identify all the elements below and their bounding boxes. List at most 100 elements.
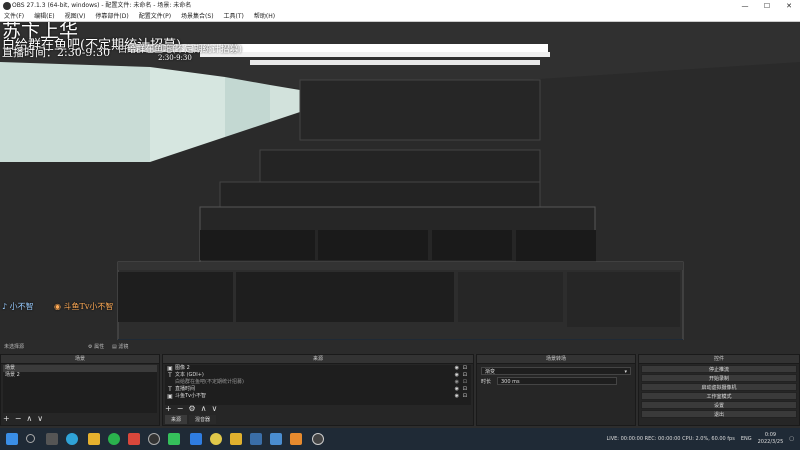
app-icon[interactable] xyxy=(190,433,202,445)
controls-dock-title: 控件 xyxy=(639,355,799,364)
stop-streaming-button[interactable]: 停止推流 xyxy=(641,365,797,373)
chevron-down-icon: ▾ xyxy=(624,369,627,375)
source-item[interactable]: ▣ 图像 2 ◉ ⊡ xyxy=(165,365,471,372)
visibility-eye-icon[interactable]: ◉ xyxy=(455,379,459,386)
maximize-button[interactable]: ☐ xyxy=(756,0,778,12)
scenes-list: 场景 场景 2 xyxy=(3,365,157,413)
menu-edit[interactable]: 编辑(E) xyxy=(34,12,54,21)
clock-time: 0:09 xyxy=(764,432,777,438)
tab-mixer[interactable]: 混音器 xyxy=(189,415,217,424)
remove-source-button[interactable]: − xyxy=(177,404,184,414)
menu-tools[interactable]: 工具(T) xyxy=(224,12,244,21)
properties-button[interactable]: ⚙ 属性 xyxy=(88,340,104,354)
duration-input[interactable]: 300 ms xyxy=(497,377,617,385)
menu-scene-collection[interactable]: 场景集合(S) xyxy=(181,12,214,21)
transition-type-value: 渐变 xyxy=(485,369,496,375)
lock-icon[interactable]: ⊡ xyxy=(463,386,467,393)
move-source-up-button[interactable]: ∧ xyxy=(201,404,207,414)
scene-item[interactable]: 场景 2 xyxy=(3,372,157,379)
scenes-dock-title: 场景 xyxy=(1,355,159,364)
app-icon[interactable] xyxy=(250,433,262,445)
wechat-icon[interactable] xyxy=(108,433,120,445)
visibility-eye-icon[interactable]: ◉ xyxy=(455,393,459,400)
source-item[interactable]: ▣ 斗鱼Tv小不智 ◉ ⊡ xyxy=(165,393,471,400)
menu-profile[interactable]: 配置文件(P) xyxy=(139,12,171,21)
source-name: 文本 (GDI+) xyxy=(175,372,204,378)
steam-icon[interactable] xyxy=(148,433,160,445)
app-icon[interactable] xyxy=(290,433,302,445)
scenes-footer: + − ∧ ∨ xyxy=(3,414,43,424)
app-icon[interactable] xyxy=(210,433,222,445)
source-toolbar: 未选择源 ⚙ 属性 ▤ 滤镜 xyxy=(0,340,800,354)
source-item[interactable]: T 文本 (GDI+) ◉ ⊡ xyxy=(165,372,471,379)
menu-view[interactable]: 视图(V) xyxy=(65,12,86,21)
overlay-time-text: 直播时间：2:30-9:30 xyxy=(2,46,111,59)
source-properties-button[interactable]: ⚙ xyxy=(188,404,195,414)
sources-list: ▣ 图像 2 ◉ ⊡ T 文本 (GDI+) ◉ ⊡ 白给群在鱼吧(不定期统计招… xyxy=(165,365,471,405)
clock-date: 2022/3/25 xyxy=(757,439,784,445)
move-source-down-button[interactable]: ∨ xyxy=(211,404,217,414)
move-scene-down-button[interactable]: ∨ xyxy=(37,414,43,424)
tab-sources[interactable]: 来源 xyxy=(165,415,188,424)
preview-canvas[interactable]: 苏卞上华 白给群在鱼吧(不定期统计招募) 直播时间：2:30-9:30 白给群在… xyxy=(0,22,800,340)
douyu-icon: ◉ xyxy=(54,302,61,311)
taskview-icon[interactable] xyxy=(46,433,58,445)
lock-icon[interactable]: ⊡ xyxy=(463,372,467,379)
start-recording-button[interactable]: 开始录制 xyxy=(641,374,797,382)
edge-icon[interactable] xyxy=(66,433,78,445)
steam-icon[interactable] xyxy=(270,433,282,445)
menu-docks[interactable]: 停靠部件(D) xyxy=(95,12,128,21)
properties-label: 属性 xyxy=(94,344,105,350)
start-virtual-camera-button[interactable]: 启动虚拟摄像机 xyxy=(641,383,797,391)
lock-icon[interactable]: ⊡ xyxy=(463,379,467,386)
exit-button[interactable]: 退出 xyxy=(641,410,797,418)
tiktok-icon: ♪ xyxy=(2,302,8,311)
clock[interactable]: 0:09 2022/3/25 xyxy=(758,432,784,446)
visibility-eye-icon[interactable]: ◉ xyxy=(455,386,459,393)
overlay-tag-left: ♪ 小不智 xyxy=(2,301,34,312)
sources-dock-title: 来源 xyxy=(163,355,473,364)
app-icon[interactable] xyxy=(230,433,242,445)
scene-item[interactable]: 场景 xyxy=(3,365,157,372)
search-icon[interactable] xyxy=(26,434,35,443)
remove-scene-button[interactable]: − xyxy=(15,414,22,424)
filters-button[interactable]: ▤ 滤镜 xyxy=(112,340,128,354)
source-name: 图像 2 xyxy=(175,365,190,371)
move-scene-up-button[interactable]: ∧ xyxy=(26,414,32,424)
menu-file[interactable]: 文件(F) xyxy=(4,12,24,21)
chrome-icon[interactable] xyxy=(88,433,100,445)
obs-window: OBS 27.1.3 (64-bit, windows) - 配置文件: 未命名… xyxy=(0,0,800,450)
source-item[interactable]: 白给群在鱼吧(不定期统计招募) ◉ ⊡ xyxy=(165,379,471,386)
lock-icon[interactable]: ⊡ xyxy=(463,393,467,400)
studio-mode-button[interactable]: 工作室模式 xyxy=(641,392,797,400)
source-name: 白给群在鱼吧(不定期统计招募) xyxy=(175,379,244,385)
settings-button[interactable]: 设置 xyxy=(641,401,797,409)
add-source-button[interactable]: + xyxy=(165,404,172,414)
overlay-tag-left-label: 小不智 xyxy=(9,302,34,311)
add-scene-button[interactable]: + xyxy=(3,414,10,424)
nested-overlay-time-text: 2:30-9:30 xyxy=(158,54,192,62)
windows-start-icon[interactable] xyxy=(6,433,18,445)
title-bar: OBS 27.1.3 (64-bit, windows) - 配置文件: 未命名… xyxy=(0,0,800,12)
mail-icon[interactable] xyxy=(168,433,180,445)
language-indicator[interactable]: ENG xyxy=(741,436,752,442)
text-source-icon: T xyxy=(168,386,172,393)
scenes-dock: 场景 场景 场景 2 + − ∧ ∨ xyxy=(0,354,160,426)
system-tray: LIVE: 00:00:00 REC: 00:00:00 CPU: 2.0%, … xyxy=(606,428,794,450)
lock-icon[interactable]: ⊡ xyxy=(463,365,467,372)
minimize-button[interactable]: — xyxy=(734,0,756,12)
notification-icon[interactable]: ▢ xyxy=(789,436,794,442)
source-name: 斗鱼Tv小不智 xyxy=(175,393,207,399)
menu-help[interactable]: 帮助(H) xyxy=(254,12,275,21)
visibility-eye-icon[interactable]: ◉ xyxy=(455,372,459,379)
transition-type-select[interactable]: 渐变 ▾ xyxy=(481,367,631,375)
source-item[interactable]: T 直播时间 ◉ ⊡ xyxy=(165,386,471,393)
sources-footer: + − ⚙ ∧ ∨ xyxy=(165,404,217,414)
text-source-icon: T xyxy=(168,372,172,379)
close-button[interactable]: ✕ xyxy=(778,0,800,12)
obs-icon[interactable] xyxy=(312,433,324,445)
image-source-icon: ▣ xyxy=(167,365,173,372)
game-icon[interactable] xyxy=(128,433,140,445)
no-source-label: 未选择源 xyxy=(4,344,25,350)
visibility-eye-icon[interactable]: ◉ xyxy=(455,365,459,372)
